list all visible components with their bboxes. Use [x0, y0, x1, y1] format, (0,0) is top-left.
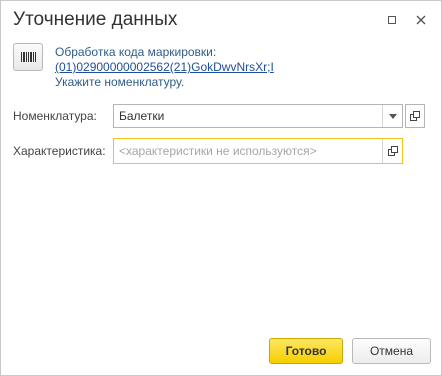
info-block: Обработка кода маркировки: (01)029000000…: [55, 45, 274, 90]
open-form-icon: [387, 146, 398, 156]
nomenclature-value[interactable]: Балетки: [114, 109, 382, 123]
nomenclature-field[interactable]: Балетки: [113, 104, 403, 128]
barcode-icon: [21, 52, 36, 62]
characteristic-label: Характеристика:: [13, 144, 106, 158]
nomenclature-open-button[interactable]: [405, 104, 425, 128]
marking-code-link[interactable]: (01)02900000002562(21)GokDwvNrsXr;I: [55, 60, 274, 75]
info-line-hint: Укажите номенклатуру.: [55, 75, 185, 89]
info-line-processing: Обработка кода маркировки:: [55, 45, 217, 59]
close-icon: [416, 15, 426, 25]
chevron-down-icon: [388, 113, 397, 119]
open-form-icon: [410, 111, 420, 121]
close-button[interactable]: [414, 13, 428, 27]
dialog-title: Уточнение данных: [13, 9, 178, 30]
maximize-icon: [388, 16, 396, 24]
cancel-button[interactable]: Отмена: [352, 338, 431, 364]
characteristic-field[interactable]: <характеристики не используются>: [113, 138, 403, 164]
maximize-button[interactable]: [385, 13, 399, 27]
nomenclature-dropdown-button[interactable]: [382, 105, 402, 127]
nomenclature-label: Номенклатура:: [13, 109, 97, 123]
barcode-button[interactable]: [13, 43, 43, 71]
dialog-window: Уточнение данных Обработка кода маркиров…: [0, 0, 442, 376]
done-button[interactable]: Готово: [269, 338, 343, 364]
characteristic-open-button[interactable]: [382, 139, 402, 163]
characteristic-placeholder[interactable]: <характеристики не используются>: [114, 144, 382, 158]
